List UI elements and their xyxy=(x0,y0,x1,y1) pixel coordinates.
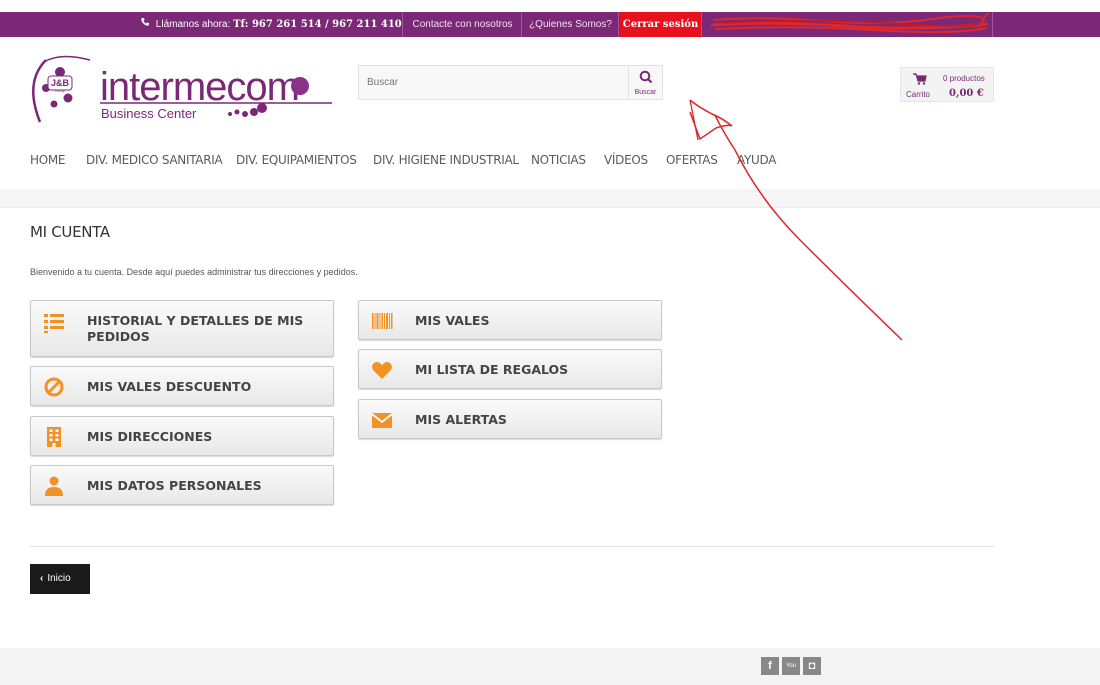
call-prefix: Llámanos ahora: xyxy=(155,19,231,30)
facebook-icon[interactable]: f xyxy=(761,657,779,675)
home-button[interactable]: ‹ Inicio xyxy=(30,564,90,594)
nav-div-equipamientos[interactable]: DIV. EQUIPAMIENTOS xyxy=(236,153,357,167)
personal-data-button[interactable]: MIS DATOS PERSONALES xyxy=(30,465,334,505)
barcode-icon xyxy=(372,313,393,329)
search-button[interactable]: Buscar xyxy=(628,66,662,99)
redacted-account-info xyxy=(703,12,993,37)
vouchers-label: MIS VALES xyxy=(415,313,490,328)
logo-badge-sub: Group xyxy=(55,89,65,93)
site-logo[interactable]: J&B Group intermecom Business Center xyxy=(30,52,340,130)
logo-tagline: Business Center xyxy=(101,106,197,121)
search-icon xyxy=(639,70,652,84)
chevron-left-icon: ‹ xyxy=(40,573,44,584)
personal-data-label: MIS DATOS PERSONALES xyxy=(87,478,262,493)
call-info: Llámanos ahora: Tf: 967 261 514 / 967 21… xyxy=(140,12,403,37)
footer xyxy=(0,648,1100,685)
youtube-icon[interactable]: You xyxy=(782,657,800,675)
ban-icon xyxy=(44,377,64,397)
search-button-label: Buscar xyxy=(634,89,657,96)
cart-icon xyxy=(913,73,927,85)
nav-noticias[interactable]: NOTICIAS xyxy=(531,153,586,167)
vouchers-button[interactable]: MIS VALES xyxy=(358,300,662,340)
nav-div-medico-sanitaria[interactable]: DIV. MEDICO SANITARIA xyxy=(86,153,223,167)
phone-icon xyxy=(140,12,150,37)
cart-widget[interactable]: Carrito 0 productos 0,00 € xyxy=(900,67,994,102)
gift-list-label: MI LISTA DE REGALOS xyxy=(415,362,569,377)
instagram-icon[interactable]: ◘ xyxy=(803,657,821,675)
gift-list-button[interactable]: MI LISTA DE REGALOS xyxy=(358,349,662,389)
page-title: MI CUENTA xyxy=(30,223,110,241)
user-icon xyxy=(45,476,63,496)
heart-icon xyxy=(372,362,392,379)
divider xyxy=(30,546,994,547)
phone-numbers: Tf: 967 261 514 / 967 211 410 xyxy=(233,19,402,30)
order-history-button[interactable]: HISTORIAL Y DETALLES DE MIS PEDIDOS xyxy=(30,300,334,357)
cart-label: Carrito xyxy=(906,90,931,99)
nav-ayuda[interactable]: AYUDA xyxy=(737,153,776,167)
search-box: Buscar xyxy=(358,65,663,100)
discount-vouchers-button[interactable]: MIS VALES DESCUENTO xyxy=(30,366,334,406)
order-history-label: HISTORIAL Y DETALLES DE MIS PEDIDOS xyxy=(87,313,304,344)
about-link[interactable]: ¿Quienes Somos? xyxy=(523,12,619,37)
nav-home[interactable]: HOME xyxy=(30,153,66,167)
alerts-button[interactable]: MIS ALERTAS xyxy=(358,399,662,439)
logo-badge: J&B xyxy=(51,78,70,88)
logout-button[interactable]: Cerrar sesión xyxy=(620,12,702,37)
nav-div-higiene-industrial[interactable]: DIV. HIGIENE INDUSTRIAL xyxy=(373,153,519,167)
list-icon xyxy=(44,314,64,333)
addresses-button[interactable]: MIS DIRECCIONES xyxy=(30,416,334,456)
top-bar: Llámanos ahora: Tf: 967 261 514 / 967 21… xyxy=(0,12,1100,37)
contact-link[interactable]: Contacte con nosotros xyxy=(404,12,522,37)
cart-count: 0 productos xyxy=(943,74,985,83)
envelope-icon xyxy=(371,413,393,428)
nav-ofertas[interactable]: OFERTAS xyxy=(666,153,718,167)
cart-total: 0,00 € xyxy=(949,88,984,99)
addresses-label: MIS DIRECCIONES xyxy=(87,429,213,444)
home-button-label: Inicio xyxy=(47,573,71,584)
welcome-text: Bienvenido a tu cuenta. Desde aquí puede… xyxy=(30,267,358,277)
discount-vouchers-label: MIS VALES DESCUENTO xyxy=(87,379,252,394)
building-icon xyxy=(47,427,61,447)
nav-videos[interactable]: VÍDEOS xyxy=(604,153,648,167)
breadcrumb-strip xyxy=(0,189,1100,208)
alerts-label: MIS ALERTAS xyxy=(415,412,507,427)
search-input[interactable] xyxy=(359,66,629,99)
